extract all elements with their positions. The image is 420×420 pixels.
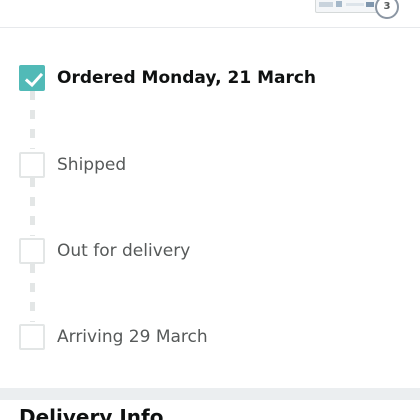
- step-checkbox-pending: [19, 324, 45, 350]
- order-tracking-screen: 3 Ordered Monday, 21 March Shipped Out f…: [0, 0, 420, 420]
- step-checkbox-complete: [19, 65, 45, 91]
- thumbnail-detail: [366, 2, 374, 7]
- tracking-step-shipped: Shipped: [19, 152, 409, 182]
- step-connector: [30, 264, 35, 322]
- order-items-strip: 3: [0, 0, 420, 28]
- step-checkbox-pending: [19, 152, 45, 178]
- delivery-info-heading: Delivery Info: [19, 405, 164, 420]
- thumbnail-detail: [319, 2, 333, 7]
- tracking-step-out-for-delivery: Out for delivery: [19, 238, 409, 268]
- step-connector: [30, 91, 35, 149]
- step-label: Out for delivery: [57, 241, 191, 261]
- step-label: Arriving 29 March: [57, 327, 208, 347]
- step-connector: [30, 178, 35, 236]
- section-divider: [0, 388, 420, 400]
- tracking-step-ordered: Ordered Monday, 21 March: [19, 65, 409, 95]
- product-thumbnail[interactable]: [315, 0, 379, 13]
- step-label: Shipped: [57, 155, 127, 175]
- step-label: Ordered Monday, 21 March: [57, 68, 317, 88]
- tracking-step-arriving: Arriving 29 March: [19, 324, 409, 354]
- shipment-progress-tracker: Ordered Monday, 21 March Shipped Out for…: [0, 28, 420, 388]
- step-checkbox-pending: [19, 238, 45, 264]
- thumbnail-detail: [346, 3, 364, 6]
- thumbnail-detail: [336, 1, 342, 7]
- checkmark-icon: [24, 72, 44, 88]
- item-count-badge: 3: [375, 0, 399, 19]
